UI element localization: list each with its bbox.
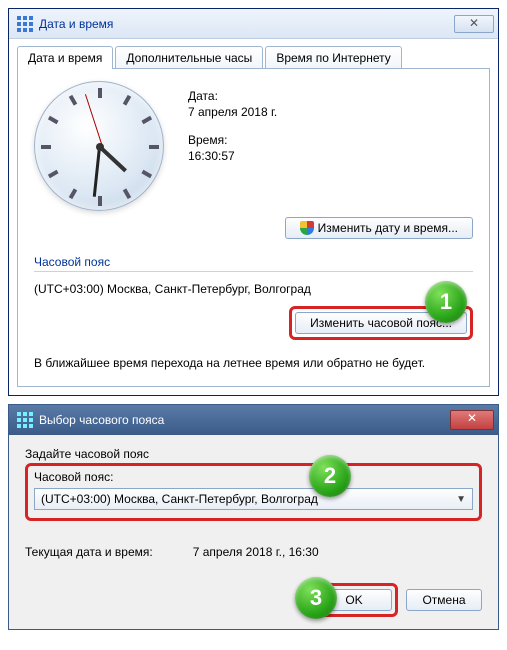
date-label: Дата:	[188, 89, 277, 103]
dst-note: В ближайшее время перехода на летнее вре…	[34, 356, 473, 370]
change-datetime-button[interactable]: Изменить дату и время...	[285, 217, 473, 239]
tab-internet-time[interactable]: Время по Интернету	[265, 46, 401, 69]
window-title-2: Выбор часового пояса	[39, 413, 450, 427]
close-button-2[interactable]: ✕	[450, 410, 494, 430]
time-value: 16:30:57	[188, 149, 277, 163]
tz-label: Часовой пояс:	[34, 470, 473, 484]
close-button[interactable]: ✕	[454, 15, 494, 33]
current-datetime-value: 7 апреля 2018 г., 16:30	[193, 545, 319, 559]
window-title: Дата и время	[39, 17, 454, 31]
timezone-dropdown[interactable]: (UTC+03:00) Москва, Санкт-Петербург, Вол…	[34, 488, 473, 510]
tab-date-time[interactable]: Дата и время	[17, 46, 113, 69]
tab-body: 1 Дата: 7 апр	[17, 68, 490, 387]
minute-hand	[93, 147, 101, 197]
cancel-button[interactable]: Отмена	[406, 589, 482, 611]
change-datetime-label: Изменить дату и время...	[318, 221, 458, 235]
analog-clock	[34, 81, 164, 211]
titlebar[interactable]: Дата и время ✕	[9, 9, 498, 39]
step-badge-1: 1	[425, 281, 467, 323]
timezone-selected: (UTC+03:00) Москва, Санкт-Петербург, Вол…	[41, 492, 318, 506]
timezone-section-label: Часовой пояс	[34, 255, 473, 272]
win2-body: 2 3 Задайте часовой пояс Часовой пояс: (…	[9, 435, 498, 629]
second-hand	[85, 94, 103, 147]
chevron-down-icon: ▼	[456, 494, 466, 505]
timezone-value: (UTC+03:00) Москва, Санкт-Петербург, Вол…	[34, 282, 473, 296]
instruction-text: Задайте часовой пояс	[25, 447, 482, 461]
date-time-window: Дата и время ✕ Дата и время Дополнительн…	[8, 8, 499, 396]
calendar-grid-icon	[17, 16, 33, 32]
time-label: Время:	[188, 133, 277, 147]
tab-additional-clocks[interactable]: Дополнительные часы	[115, 46, 263, 69]
step-badge-3: 3	[295, 577, 337, 619]
calendar-grid-icon	[17, 412, 33, 428]
highlight-tz-group: Часовой пояс: (UTC+03:00) Москва, Санкт-…	[25, 463, 482, 521]
date-value: 7 апреля 2018 г.	[188, 105, 277, 119]
current-datetime-label: Текущая дата и время:	[25, 545, 153, 559]
shield-icon	[300, 221, 314, 235]
change-timezone-label: Изменить часовой пояс...	[310, 316, 452, 330]
timezone-selection-window: Выбор часового пояса ✕ 2 3 Задайте часов…	[8, 404, 499, 630]
tabs: Дата и время Дополнительные часы Время п…	[9, 39, 498, 68]
titlebar-2[interactable]: Выбор часового пояса ✕	[9, 405, 498, 435]
step-badge-2: 2	[309, 455, 351, 497]
